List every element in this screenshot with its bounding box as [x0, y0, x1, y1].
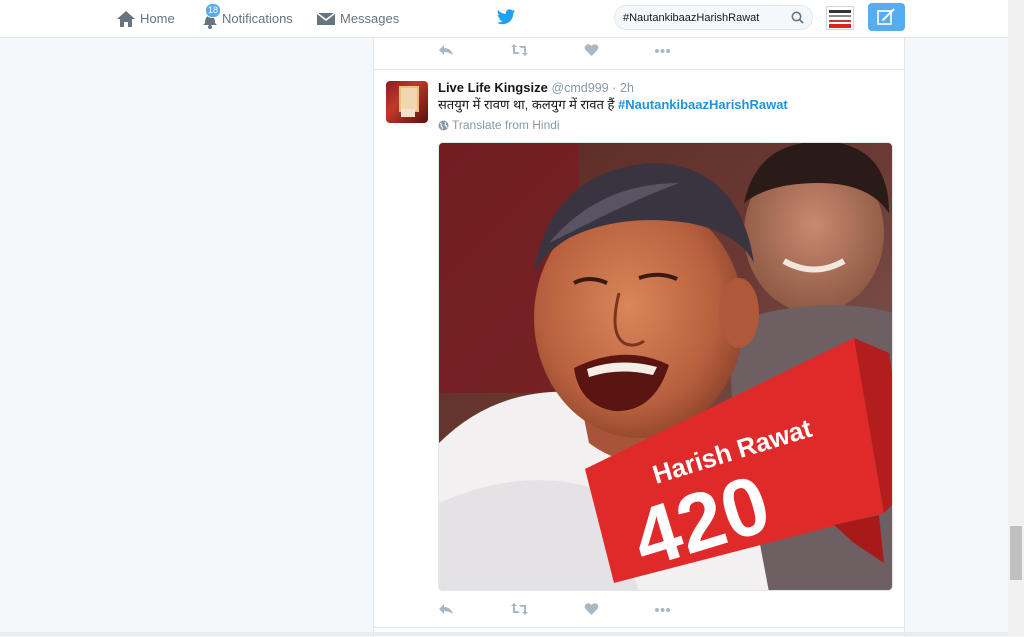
compose-icon [877, 8, 895, 25]
top-navigation-bar: Home 18 Notifications Messages [0, 0, 1008, 38]
bottom-edge [0, 632, 1008, 636]
tweet-hashtag-link[interactable]: #NautankibaazHarishRawat [618, 97, 788, 112]
nav-messages[interactable]: Messages [316, 0, 399, 37]
translate-tweet-link[interactable]: Translate from Hindi [438, 118, 560, 132]
search-box[interactable] [614, 5, 813, 30]
tweet-divider [374, 627, 904, 628]
retweet-icon[interactable] [510, 43, 529, 57]
more-options-icon[interactable] [654, 43, 671, 57]
nav-messages-label: Messages [340, 11, 400, 26]
previous-tweet-actions [438, 43, 698, 61]
nav-notifications-label: Notifications [222, 11, 293, 26]
tweet-author-fullname[interactable]: Live Life Kingsize [438, 80, 548, 95]
compose-tweet-button[interactable] [868, 3, 905, 31]
tweet-divider [374, 69, 904, 70]
avatar-figure-base [401, 109, 415, 117]
nav-notifications[interactable]: 18 Notifications [200, 0, 293, 37]
more-options-icon[interactable] [654, 602, 671, 616]
search-icon[interactable] [791, 11, 804, 24]
envelope-icon [316, 11, 336, 25]
scrollbar-thumb[interactable] [1010, 526, 1022, 580]
timeline-stream: Live Life Kingsize @cmd999 · 2h सतयुग मे… [373, 37, 905, 637]
tweet-actions [438, 602, 698, 620]
tweet-text: सतयुग में रावण था, कलयुग में रावत हैं #N… [438, 95, 788, 113]
globe-icon [438, 120, 449, 130]
tweet-author-handle[interactable]: @cmd999 [551, 81, 608, 95]
notifications-count-badge: 18 [205, 3, 221, 18]
tweet-author-avatar[interactable] [386, 81, 428, 123]
vertical-scrollbar[interactable] [1008, 0, 1024, 636]
tweet-text-body: सतयुग में रावण था, कलयुग में रावत हैं [438, 97, 618, 112]
search-input[interactable] [623, 9, 783, 26]
tweet-header: Live Life Kingsize @cmd999 · 2h [438, 80, 634, 95]
twitter-bird-logo[interactable] [496, 9, 516, 26]
tweet-media-photo[interactable]: Harish Rawat 420 [438, 142, 893, 591]
reply-icon[interactable] [438, 602, 454, 616]
tweet-timestamp[interactable]: 2h [620, 81, 634, 95]
profile-avatar-button[interactable] [826, 6, 854, 30]
retweet-icon[interactable] [510, 602, 529, 616]
heart-icon[interactable] [584, 43, 599, 57]
nav-home[interactable]: Home [116, 0, 175, 37]
translate-label: Translate from Hindi [452, 118, 560, 132]
heart-icon[interactable] [584, 602, 599, 616]
home-icon [117, 10, 135, 27]
nav-home-label: Home [140, 11, 175, 26]
reply-icon[interactable] [438, 43, 454, 57]
tweet-separator: · [612, 81, 617, 95]
